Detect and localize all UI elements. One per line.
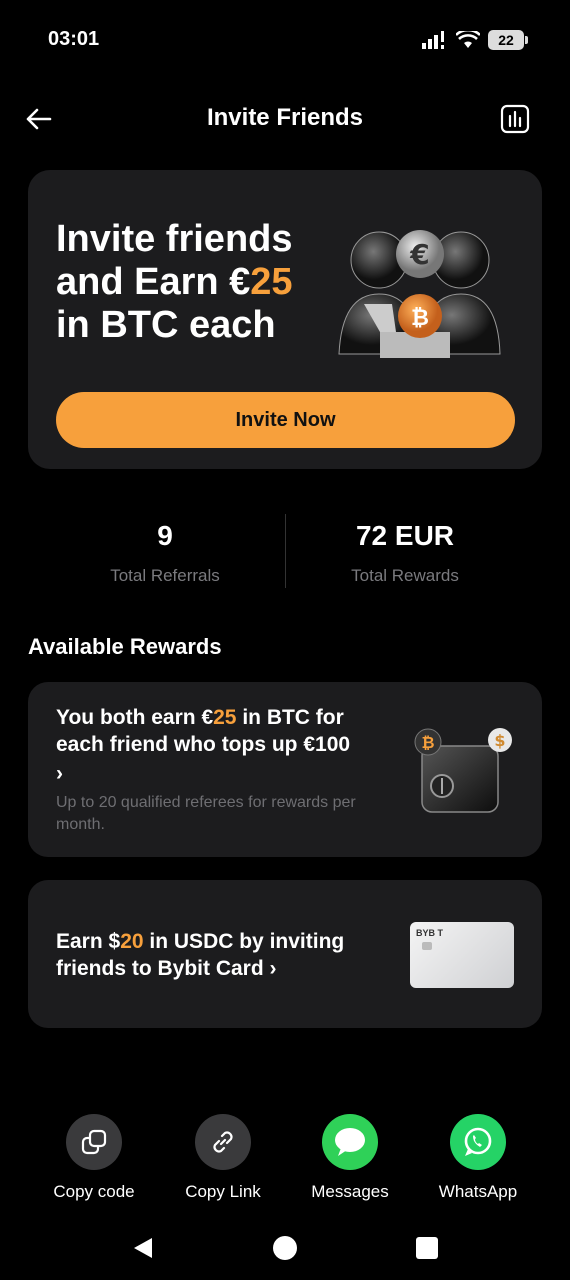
nav-recents-icon[interactable]	[416, 1237, 438, 1259]
hero-headline: Invite friends and Earn €25 in BTC each	[56, 218, 336, 347]
invite-now-button[interactable]: Invite Now	[56, 392, 515, 448]
reward-title: Earn $20 in USDC by inviting friends to …	[56, 930, 345, 980]
reward-amount: 25	[213, 706, 237, 729]
status-bar: 03:01 22	[0, 0, 570, 80]
svg-text:₿: ₿	[421, 733, 434, 752]
rewards-value: 72 EUR	[355, 520, 455, 551]
card-brand-logo: BYB T	[416, 928, 443, 938]
referrals-value: 9	[157, 520, 173, 551]
stats-chart-icon[interactable]	[500, 104, 530, 134]
header: Invite Friends	[0, 96, 570, 142]
share-options: Copy code Copy Link Messages WhatsApp	[0, 1114, 570, 1214]
total-referrals-stat: 9 Total Referrals	[45, 514, 285, 586]
signal-icon	[422, 31, 444, 49]
chevron-right-icon: ›	[56, 762, 63, 785]
svg-text:₿: ₿	[411, 306, 429, 331]
whatsapp-icon[interactable]	[450, 1114, 506, 1170]
status-time: 03:01	[48, 28, 100, 50]
reward-amount: 20	[120, 930, 144, 953]
section-title: Available Rewards	[28, 634, 222, 659]
share-label: Copy Link	[185, 1182, 261, 1201]
copy-icon[interactable]	[66, 1114, 122, 1170]
reward-card-btc[interactable]: You both earn €25 in BTC for each friend…	[28, 682, 542, 857]
share-messages[interactable]: Messages	[285, 1114, 415, 1202]
reward-title: You both earn €25 in BTC for each friend…	[56, 704, 386, 787]
status-icons: 22	[422, 30, 528, 50]
share-copy-code[interactable]: Copy code	[29, 1114, 159, 1202]
share-label: WhatsApp	[438, 1182, 518, 1201]
referral-stats: 9 Total Referrals 72 EUR Total Rewards	[0, 514, 570, 590]
share-copy-link[interactable]: Copy Link	[158, 1114, 288, 1202]
hero-amount: 25	[250, 261, 293, 303]
svg-text:$: $	[494, 731, 505, 750]
hero-line-2: and Earn €25	[56, 261, 293, 303]
total-rewards-stat: 72 EUR Total Rewards	[285, 514, 525, 586]
referral-illustration: € ₿	[338, 230, 501, 358]
reward-card-usdc[interactable]: Earn $20 in USDC by inviting friends to …	[28, 880, 542, 1028]
referrals-label: Total Referrals	[110, 566, 220, 585]
link-icon[interactable]	[195, 1114, 251, 1170]
messages-icon[interactable]	[322, 1114, 378, 1170]
system-nav-bar	[0, 1226, 570, 1266]
share-whatsapp[interactable]: WhatsApp	[413, 1114, 543, 1202]
share-label: Messages	[311, 1182, 389, 1201]
battery-icon: 22	[488, 30, 528, 50]
page-title: Invite Friends	[206, 104, 364, 131]
hero-line-1: Invite friends	[56, 218, 293, 260]
wifi-icon	[456, 31, 480, 48]
chevron-right-icon: ›	[269, 957, 277, 980]
rewards-label: Total Rewards	[351, 566, 459, 585]
reward-subtitle: Up to 20 qualified referees for rewards …	[56, 794, 356, 833]
wallet-illustration: ₿ $	[414, 728, 512, 813]
bybit-card-image: BYB T	[410, 922, 514, 988]
card-chip	[422, 942, 432, 950]
share-label: Copy code	[53, 1182, 135, 1201]
nav-home-icon[interactable]	[273, 1236, 297, 1260]
hero-card: Invite friends and Earn €25 in BTC each …	[28, 170, 542, 469]
nav-back-icon[interactable]	[132, 1236, 154, 1260]
hero-line-3: in BTC each	[56, 304, 276, 346]
svg-text:€: €	[409, 238, 429, 271]
